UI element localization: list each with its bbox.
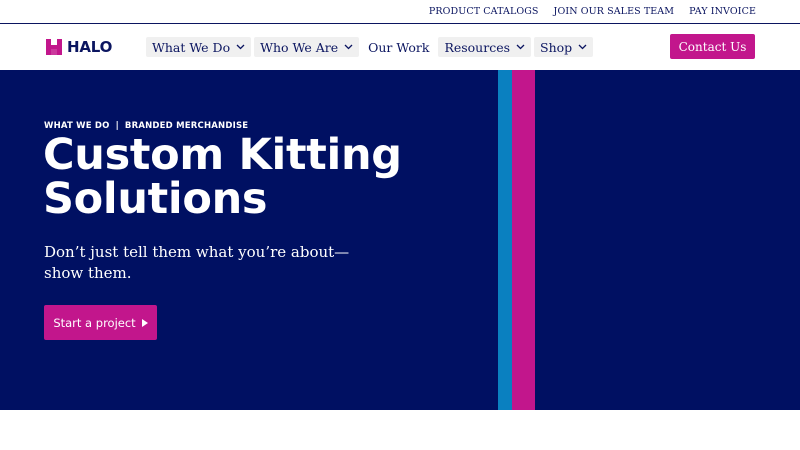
chevron-down-icon	[516, 44, 525, 50]
nav-shop[interactable]: Shop	[534, 37, 594, 57]
contact-us-button[interactable]: Contact Us	[670, 34, 755, 59]
join-sales-team-link[interactable]: JOIN OUR SALES TEAM	[554, 6, 675, 17]
main-nav: HALO What We Do Who We Are Our Work Reso…	[0, 24, 800, 70]
nav-resources[interactable]: Resources	[438, 37, 532, 57]
chevron-down-icon	[236, 44, 245, 50]
nav-label: Shop	[540, 39, 573, 55]
nav-label: Our Work	[368, 39, 430, 55]
site-logo[interactable]: HALO	[45, 37, 112, 57]
cta-label: Start a project	[53, 315, 136, 330]
hero-section: WHAT WE DO | BRANDED MERCHANDISE Custom …	[0, 70, 800, 410]
page-title: Custom Kitting Solutions	[43, 133, 463, 221]
nav-label: Resources	[444, 39, 511, 55]
utility-bar: PRODUCT CATALOGS JOIN OUR SALES TEAM PAY…	[0, 0, 800, 24]
nav-label: What We Do	[152, 39, 231, 55]
primary-menu: What We Do Who We Are Our Work Resources…	[146, 37, 594, 57]
start-project-button[interactable]: Start a project	[44, 305, 157, 340]
nav-what-we-do[interactable]: What We Do	[146, 37, 252, 57]
hero-subtitle: Don’t just tell them what you’re about—s…	[44, 243, 350, 282]
chevron-down-icon	[578, 44, 587, 50]
chevron-down-icon	[344, 44, 353, 50]
title-line-1: Custom Kitting	[43, 130, 402, 180]
nav-our-work[interactable]: Our Work	[362, 37, 435, 57]
pay-invoice-link[interactable]: PAY INVOICE	[689, 6, 756, 17]
nav-label: Who We Are	[260, 39, 339, 55]
nav-who-we-are[interactable]: Who We Are	[254, 37, 360, 57]
play-arrow-icon	[141, 318, 148, 327]
blue-stripe	[498, 70, 512, 410]
product-catalogs-link[interactable]: PRODUCT CATALOGS	[429, 6, 539, 17]
magenta-stripe	[512, 70, 535, 410]
logo-text: HALO	[67, 38, 113, 56]
title-line-2: Solutions	[43, 174, 268, 224]
halo-logo-icon	[46, 39, 62, 55]
